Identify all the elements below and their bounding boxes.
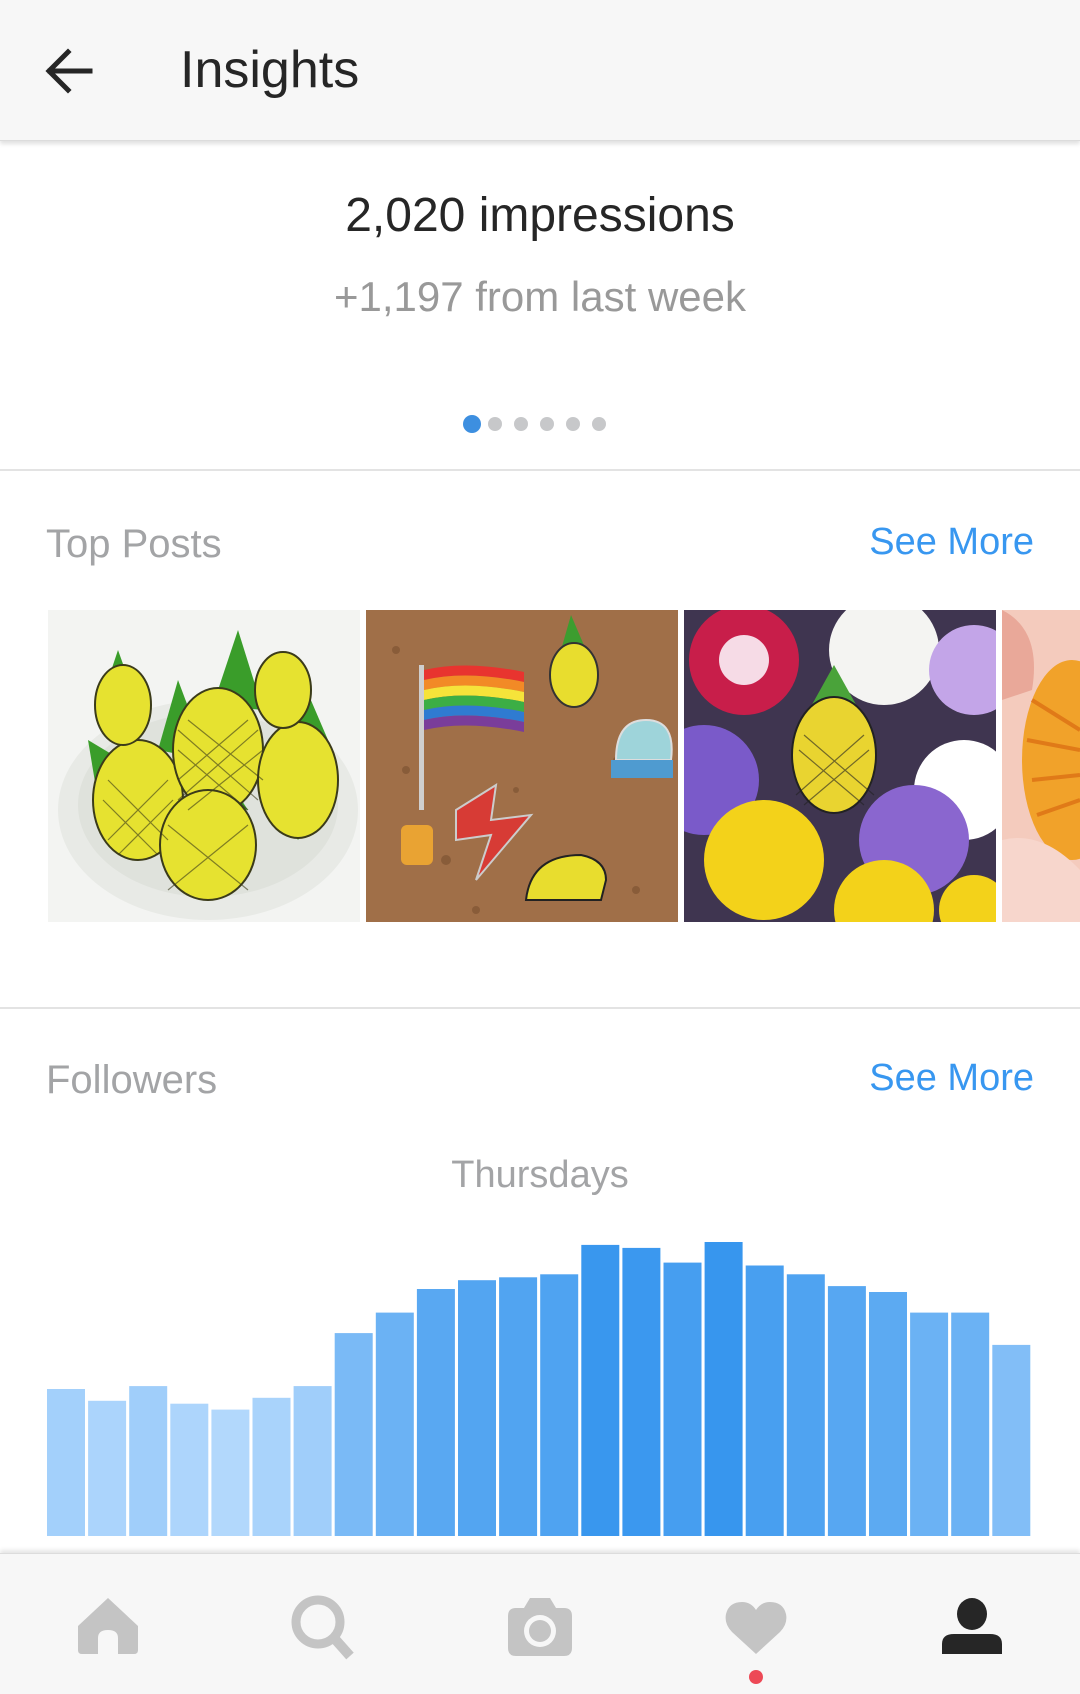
flowers-pin-image bbox=[684, 610, 996, 922]
pager-dot[interactable] bbox=[514, 417, 528, 431]
top-posts-title: Top Posts bbox=[46, 522, 222, 566]
chart-bar-17 bbox=[745, 1265, 784, 1536]
chart-bar-7 bbox=[334, 1333, 373, 1536]
top-post-thumbnail[interactable] bbox=[684, 610, 996, 922]
pager-dot[interactable] bbox=[488, 417, 502, 431]
home-icon bbox=[78, 1598, 138, 1654]
pager-dot-active[interactable] bbox=[463, 415, 481, 433]
back-button[interactable] bbox=[40, 40, 102, 102]
top-posts-see-more-link[interactable]: See More bbox=[869, 517, 1034, 567]
bottom-nav bbox=[0, 1553, 1080, 1694]
chart-bar-11 bbox=[499, 1277, 538, 1536]
chart-bar-5 bbox=[252, 1397, 291, 1536]
pager-dots[interactable] bbox=[0, 414, 1080, 434]
impressions-count: 2,020 impressions bbox=[345, 189, 735, 242]
chart-bar-2 bbox=[129, 1386, 168, 1536]
profile-icon bbox=[942, 1598, 1002, 1654]
chart-bar-14 bbox=[622, 1247, 661, 1536]
chart-bar-23 bbox=[992, 1344, 1031, 1536]
nav-activity[interactable] bbox=[716, 1588, 796, 1668]
chart-bar-9 bbox=[416, 1289, 455, 1536]
chart-bar-21 bbox=[910, 1312, 949, 1536]
chart-bar-18 bbox=[786, 1274, 825, 1536]
followers-see-more-link[interactable]: See More bbox=[869, 1053, 1034, 1103]
impressions-change: +1,197 from last week bbox=[333, 273, 747, 320]
chart-bar-10 bbox=[458, 1280, 496, 1536]
chart-bar-8 bbox=[375, 1312, 414, 1536]
pager-dot[interactable] bbox=[566, 417, 580, 431]
nav-profile[interactable] bbox=[932, 1588, 1012, 1668]
nav-camera[interactable] bbox=[500, 1588, 580, 1668]
chart-bar-22 bbox=[951, 1312, 990, 1536]
pager-dot[interactable] bbox=[540, 417, 554, 431]
chart-bar-20 bbox=[869, 1292, 907, 1536]
app-header: Insights bbox=[0, 0, 1080, 141]
followers-title: Followers bbox=[46, 1058, 218, 1102]
cork-board-pins-image bbox=[366, 610, 678, 922]
chart-bar-0 bbox=[47, 1389, 85, 1536]
notification-dot bbox=[749, 1670, 763, 1684]
arrow-left-icon bbox=[45, 48, 93, 94]
chart-bar-15 bbox=[663, 1262, 702, 1536]
chart-bar-16 bbox=[704, 1242, 743, 1536]
divider bbox=[0, 469, 1080, 471]
chart-bar-1 bbox=[88, 1400, 127, 1536]
pink-flower-image bbox=[1002, 610, 1080, 922]
chart-bar-12 bbox=[540, 1274, 579, 1536]
chart-bar-6 bbox=[293, 1386, 332, 1536]
chart-bar-19 bbox=[827, 1286, 866, 1536]
search-icon bbox=[291, 1595, 354, 1660]
chart-title: Thursdays bbox=[451, 1154, 629, 1196]
heart-icon bbox=[725, 1602, 787, 1654]
pager-dot[interactable] bbox=[592, 417, 606, 431]
pineapple-pins-image bbox=[58, 630, 358, 920]
top-post-thumbnail[interactable] bbox=[48, 610, 360, 922]
nav-home[interactable] bbox=[68, 1588, 148, 1668]
chart-bar-4 bbox=[211, 1409, 250, 1536]
page-title: Insights bbox=[180, 41, 360, 99]
top-post-thumbnail[interactable] bbox=[1002, 610, 1080, 922]
chart-bar-13 bbox=[581, 1244, 620, 1536]
divider bbox=[0, 1007, 1080, 1009]
followers-bar-chart bbox=[47, 1242, 1031, 1536]
camera-icon bbox=[508, 1598, 572, 1656]
chart-bar-3 bbox=[170, 1403, 209, 1536]
top-post-thumbnail[interactable] bbox=[366, 610, 678, 922]
nav-search[interactable] bbox=[282, 1588, 362, 1668]
